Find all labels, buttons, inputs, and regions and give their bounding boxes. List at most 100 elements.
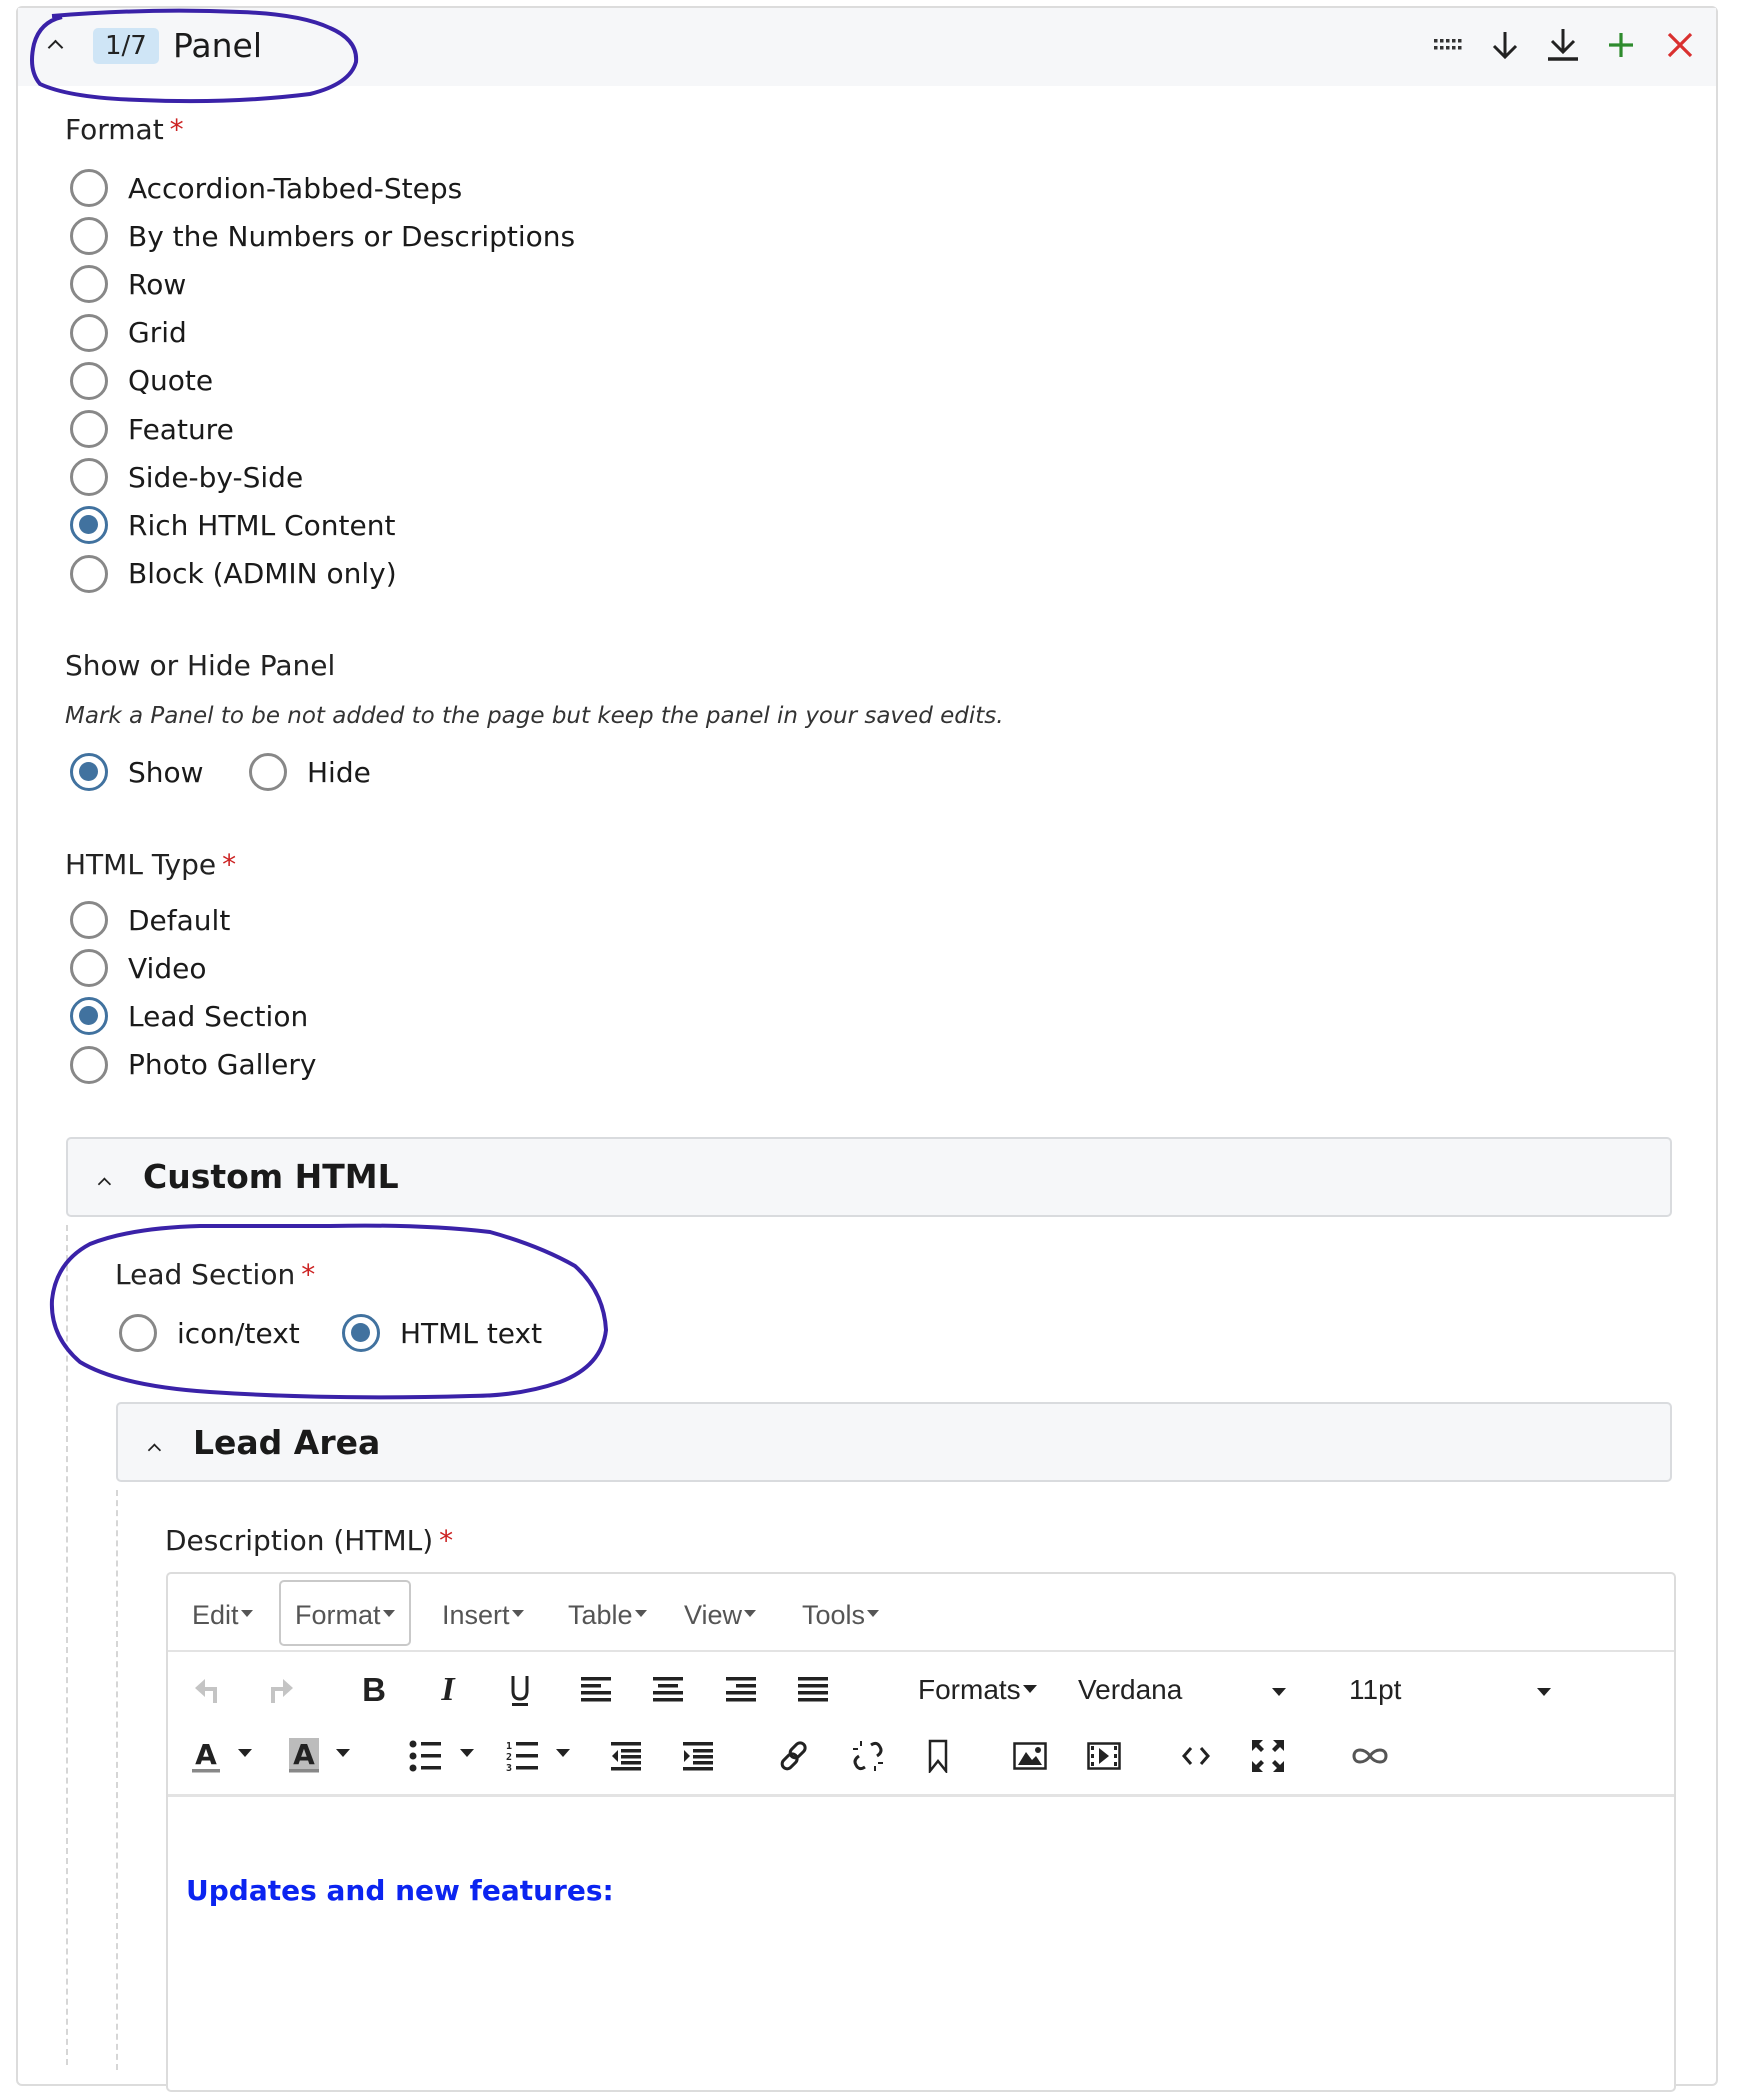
align-right-icon[interactable] (721, 1670, 761, 1710)
radio-hide[interactable]: Hide (249, 750, 371, 794)
html-type-label-text: HTML Type (65, 848, 217, 881)
bullet-list-icon[interactable] (406, 1734, 446, 1778)
media-icon[interactable] (1084, 1734, 1124, 1778)
radio-option[interactable]: Quote (70, 359, 213, 403)
radio-option[interactable]: Side-by-Side (70, 455, 303, 499)
radio-option[interactable]: Video (70, 946, 206, 990)
radio-button[interactable] (70, 1045, 108, 1084)
collapse-chevron-icon[interactable] (148, 1442, 160, 1454)
radio-button[interactable] (70, 949, 108, 988)
radio-button[interactable] (70, 458, 108, 497)
radio-label: Photo Gallery (128, 1048, 317, 1082)
caret-down-icon (511, 1610, 524, 1618)
numbered-list-icon[interactable]: 123 (503, 1734, 543, 1778)
radio-label: icon/text (177, 1316, 300, 1350)
radio-option[interactable]: Feature (70, 407, 234, 451)
radio-option[interactable]: Grid (70, 311, 187, 355)
move-to-bottom-icon[interactable] (1547, 28, 1579, 62)
caret-down-icon (460, 1749, 474, 1757)
radio-button[interactable] (70, 997, 108, 1036)
bold-icon[interactable]: B (356, 1670, 392, 1710)
radio-option[interactable]: Rich HTML Content (70, 503, 395, 547)
outdent-icon[interactable] (606, 1734, 646, 1778)
caret-down-icon (1537, 1688, 1551, 1696)
radio-label: Feature (128, 412, 234, 446)
link-icon[interactable] (774, 1734, 814, 1778)
move-down-icon[interactable] (1490, 28, 1520, 62)
indent-icon[interactable] (678, 1734, 718, 1778)
radio-button[interactable] (70, 169, 108, 207)
source-code-icon[interactable] (1176, 1734, 1216, 1778)
radio-option[interactable]: By the Numbers or Descriptions (70, 214, 575, 258)
caret-down-icon (556, 1749, 570, 1757)
image-icon[interactable] (1010, 1734, 1050, 1778)
infinity-icon[interactable] (1348, 1734, 1392, 1778)
radio-option[interactable]: Block (ADMIN only) (70, 552, 397, 596)
radio-button[interactable] (70, 410, 108, 448)
background-color-dropdown[interactable] (332, 1734, 352, 1778)
menu-insert[interactable]: Insert (426, 1580, 540, 1646)
collapse-chevron-icon[interactable] (48, 38, 62, 52)
radio-button[interactable] (70, 361, 108, 400)
radio-html-text[interactable]: HTML text (342, 1311, 542, 1355)
numbered-list-dropdown[interactable] (552, 1734, 572, 1778)
radio-label: Block (ADMIN only) (128, 557, 397, 591)
collapse-chevron-icon[interactable] (98, 1176, 110, 1188)
radio-label: Default (128, 903, 231, 937)
text-color-dropdown[interactable] (234, 1734, 254, 1778)
font-family-select[interactable]: Verdana (1078, 1670, 1328, 1710)
editor-content-heading[interactable]: Updates and new features: (186, 1874, 614, 1907)
align-left-icon[interactable] (576, 1670, 616, 1710)
radio-label: Hide (307, 755, 371, 789)
visibility-label: Show or Hide Panel (65, 649, 336, 682)
radio-label: Grid (128, 316, 187, 350)
align-center-icon[interactable] (648, 1670, 688, 1710)
radio-button[interactable] (70, 313, 108, 352)
radio-option[interactable]: Accordion-Tabbed-Steps (70, 166, 462, 210)
text-color-icon[interactable]: A (188, 1734, 224, 1778)
fullscreen-icon[interactable] (1248, 1734, 1288, 1778)
undo-icon[interactable] (188, 1670, 224, 1710)
menu-edit[interactable]: Edit (176, 1580, 269, 1646)
menu-view[interactable]: View (668, 1580, 772, 1646)
visibility-hint: Mark a Panel to be not added to the page… (65, 703, 1004, 729)
add-icon[interactable] (1607, 28, 1635, 62)
drag-handle-icon[interactable] (1434, 28, 1464, 62)
radio-label: By the Numbers or Descriptions (128, 219, 576, 253)
required-marker: * (439, 1524, 454, 1557)
bookmark-icon[interactable] (920, 1734, 956, 1778)
underline-icon[interactable] (502, 1670, 538, 1710)
font-family-value: Verdana (1078, 1674, 1183, 1705)
radio-show[interactable]: Show (70, 750, 204, 794)
align-justify-icon[interactable] (793, 1670, 833, 1710)
radio-button[interactable] (70, 554, 108, 593)
background-color-icon[interactable]: A (286, 1734, 322, 1778)
radio-option[interactable]: Lead Section (70, 994, 308, 1038)
svg-text:3: 3 (506, 1763, 512, 1772)
radio-button[interactable] (249, 753, 287, 791)
remove-icon[interactable] (1666, 28, 1694, 62)
menu-format[interactable]: Format (279, 1580, 411, 1646)
radio-button[interactable] (70, 506, 108, 545)
unlink-icon[interactable] (848, 1734, 888, 1778)
radio-button[interactable] (70, 901, 108, 939)
radio-button[interactable] (119, 1314, 157, 1352)
radio-option[interactable]: Default (70, 898, 230, 942)
redo-icon[interactable] (264, 1670, 300, 1710)
radio-button[interactable] (70, 753, 108, 791)
radio-option[interactable]: Row (70, 262, 186, 306)
bullet-list-dropdown[interactable] (456, 1734, 476, 1778)
radio-button[interactable] (70, 217, 108, 256)
menu-table[interactable]: Table (552, 1580, 663, 1646)
radio-button[interactable] (342, 1314, 380, 1352)
menu-tools[interactable]: Tools (786, 1580, 895, 1646)
font-size-select[interactable]: 11pt (1349, 1670, 1589, 1710)
formats-dropdown[interactable]: Formats (918, 1670, 1037, 1710)
radio-button[interactable] (70, 265, 108, 304)
radio-icon-text[interactable]: icon/text (119, 1311, 300, 1355)
radio-label: Show (128, 755, 204, 789)
radio-option[interactable]: Photo Gallery (70, 1043, 317, 1087)
caret-down-icon (1022, 1684, 1037, 1693)
caret-down-icon (336, 1749, 350, 1757)
italic-icon[interactable]: I (430, 1670, 466, 1710)
